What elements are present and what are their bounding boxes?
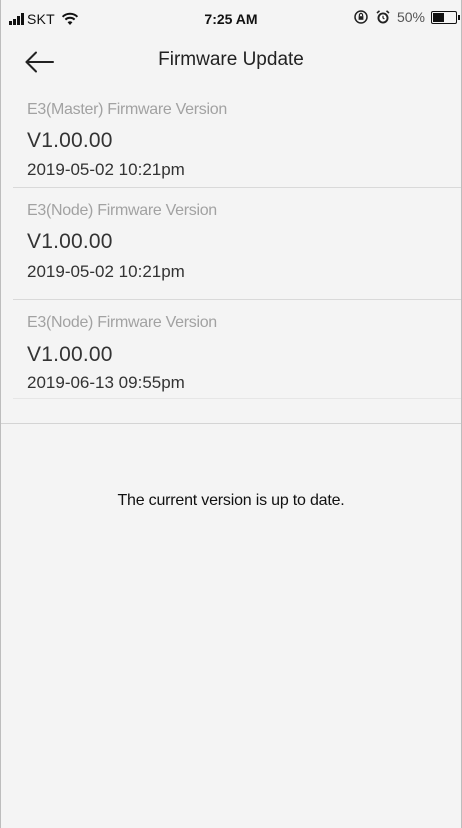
- firmware-name: E3(Node) Firmware Version: [27, 314, 217, 331]
- battery-tip: [458, 14, 460, 20]
- firmware-item-node-1: E3(Node) Firmware Version V1.00.00 2019-…: [1, 188, 461, 300]
- firmware-version: V1.00.00: [27, 129, 113, 152]
- divider: [13, 398, 461, 399]
- page-title: Firmware Update: [158, 49, 304, 70]
- firmware-version: V1.00.00: [27, 230, 113, 253]
- firmware-date: 2019-05-02 10:21pm: [27, 262, 185, 281]
- status-message: The current version is up to date.: [117, 492, 345, 509]
- status-bar: SKT 7:25 AM 50%: [1, 0, 461, 40]
- firmware-version: V1.00.00: [27, 343, 113, 366]
- firmware-name: E3(Master) Firmware Version: [27, 101, 227, 118]
- section-divider: [1, 423, 461, 424]
- app-screen: SKT 7:25 AM 50% Firmware Update E3(Maste…: [0, 0, 462, 828]
- battery-icon: [431, 10, 460, 24]
- alarm-icon: [376, 10, 390, 24]
- battery-level-fill: [433, 12, 444, 22]
- rotation-lock-icon: [354, 10, 368, 24]
- firmware-list: E3(Master) Firmware Version V1.00.00 201…: [1, 92, 461, 424]
- firmware-date: 2019-05-02 10:21pm: [27, 160, 185, 179]
- firmware-date: 2019-06-13 09:55pm: [27, 373, 185, 392]
- firmware-item-master: E3(Master) Firmware Version V1.00.00 201…: [1, 92, 461, 188]
- status-right: 50%: [353, 9, 460, 25]
- firmware-name: E3(Node) Firmware Version: [27, 202, 217, 219]
- nav-bar: Firmware Update: [1, 40, 461, 84]
- battery-percent: 50%: [396, 9, 425, 25]
- firmware-item-node-2: E3(Node) Firmware Version V1.00.00 2019-…: [1, 300, 461, 424]
